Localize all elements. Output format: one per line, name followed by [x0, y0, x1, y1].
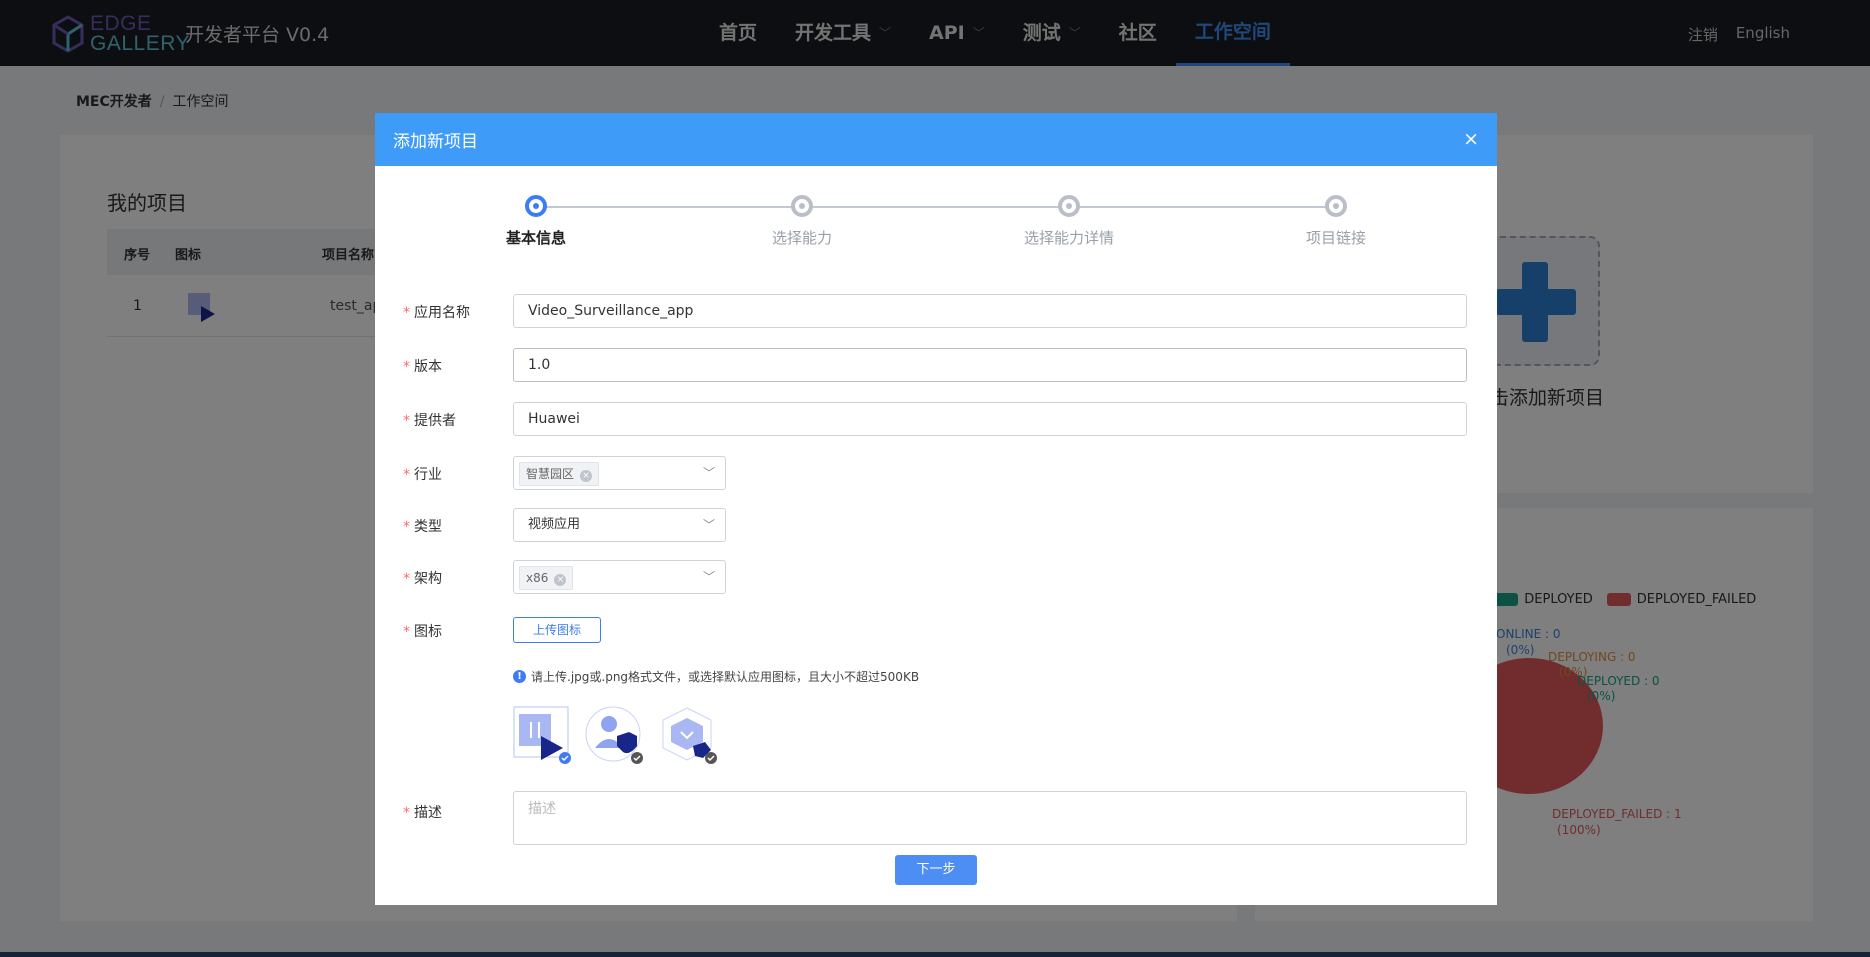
- icon-label-text: 图标: [414, 624, 442, 640]
- arch-tag: x86 ×: [519, 566, 574, 590]
- icon-label: * 图标: [403, 624, 442, 640]
- next-step-button[interactable]: 下一步: [895, 855, 977, 885]
- chevron-down-icon: ﹀: [702, 466, 715, 480]
- industry-select[interactable]: 智慧园区 × ﹀: [513, 456, 726, 490]
- step-dot: [791, 195, 813, 217]
- chevron-down-icon: ﹀: [702, 570, 715, 584]
- dialog-header: 添加新项目 ×: [375, 113, 1497, 166]
- type-label: * 类型: [403, 519, 442, 535]
- default-icon-security[interactable]: [585, 706, 643, 764]
- step-label: 选择能力: [771, 229, 832, 247]
- type-select-value: 视频应用: [528, 517, 581, 532]
- tag-remove-icon[interactable]: ×: [554, 574, 567, 586]
- version-label: * 版本: [403, 359, 442, 375]
- industry-tag: 智慧园区 ×: [519, 462, 600, 486]
- arch-label-text: 架构: [414, 571, 442, 587]
- description-textarea[interactable]: 描述: [513, 791, 1467, 845]
- chevron-down-icon: ﹀: [702, 518, 715, 532]
- arch-label: * 架构: [403, 571, 442, 587]
- dialog-title: 添加新项目: [393, 132, 478, 152]
- app-name-label: * 应用名称: [403, 305, 470, 321]
- provider-label-text: 提供者: [414, 413, 456, 429]
- default-icon-video[interactable]: [513, 706, 571, 764]
- step-dot: [1325, 195, 1347, 217]
- step-dot: [1058, 195, 1080, 217]
- icon-hint-text: 请上传.jpg或.png格式文件，或选择默认应用图标，且大小不超过500KB: [531, 670, 920, 684]
- arch-select[interactable]: x86 × ﹀: [513, 560, 726, 594]
- tag-remove-icon[interactable]: ×: [580, 470, 593, 482]
- close-icon[interactable]: ×: [1463, 113, 1479, 165]
- steps-track: [536, 206, 1336, 208]
- industry-label-text: 行业: [414, 467, 442, 483]
- step-dot-active: [525, 195, 547, 217]
- upload-icon-button[interactable]: 上传图标: [513, 617, 601, 643]
- default-icon-cube[interactable]: [659, 706, 717, 764]
- desc-label: * 描述: [403, 805, 442, 821]
- type-label-text: 类型: [414, 519, 442, 535]
- version-label-text: 版本: [414, 359, 442, 375]
- app-name-label-text: 应用名称: [414, 305, 470, 321]
- type-select[interactable]: 视频应用 ﹀: [513, 508, 726, 542]
- version-input[interactable]: 1.0: [513, 348, 1467, 382]
- step-label: 选择能力详情: [1023, 229, 1114, 247]
- arch-tag-text: x86: [526, 571, 549, 585]
- add-project-dialog: 添加新项目 × 基本信息 选择能力 选择能力详情 项目链接 * 应用名称 Vide…: [375, 113, 1497, 905]
- industry-label: * 行业: [403, 467, 442, 483]
- app-name-input[interactable]: Video_Surveillance_app: [513, 294, 1467, 328]
- info-icon: !: [513, 670, 526, 683]
- industry-tag-text: 智慧园区: [526, 467, 575, 481]
- wizard-steps: 基本信息 选择能力 选择能力详情 项目链接: [506, 195, 1366, 255]
- desc-label-text: 描述: [414, 805, 442, 821]
- step-label: 项目链接: [1305, 229, 1366, 247]
- provider-label: * 提供者: [403, 413, 456, 429]
- icon-hint: ! 请上传.jpg或.png格式文件，或选择默认应用图标，且大小不超过500KB: [513, 668, 919, 685]
- provider-input[interactable]: Huawei: [513, 402, 1467, 436]
- step-label: 基本信息: [505, 229, 566, 247]
